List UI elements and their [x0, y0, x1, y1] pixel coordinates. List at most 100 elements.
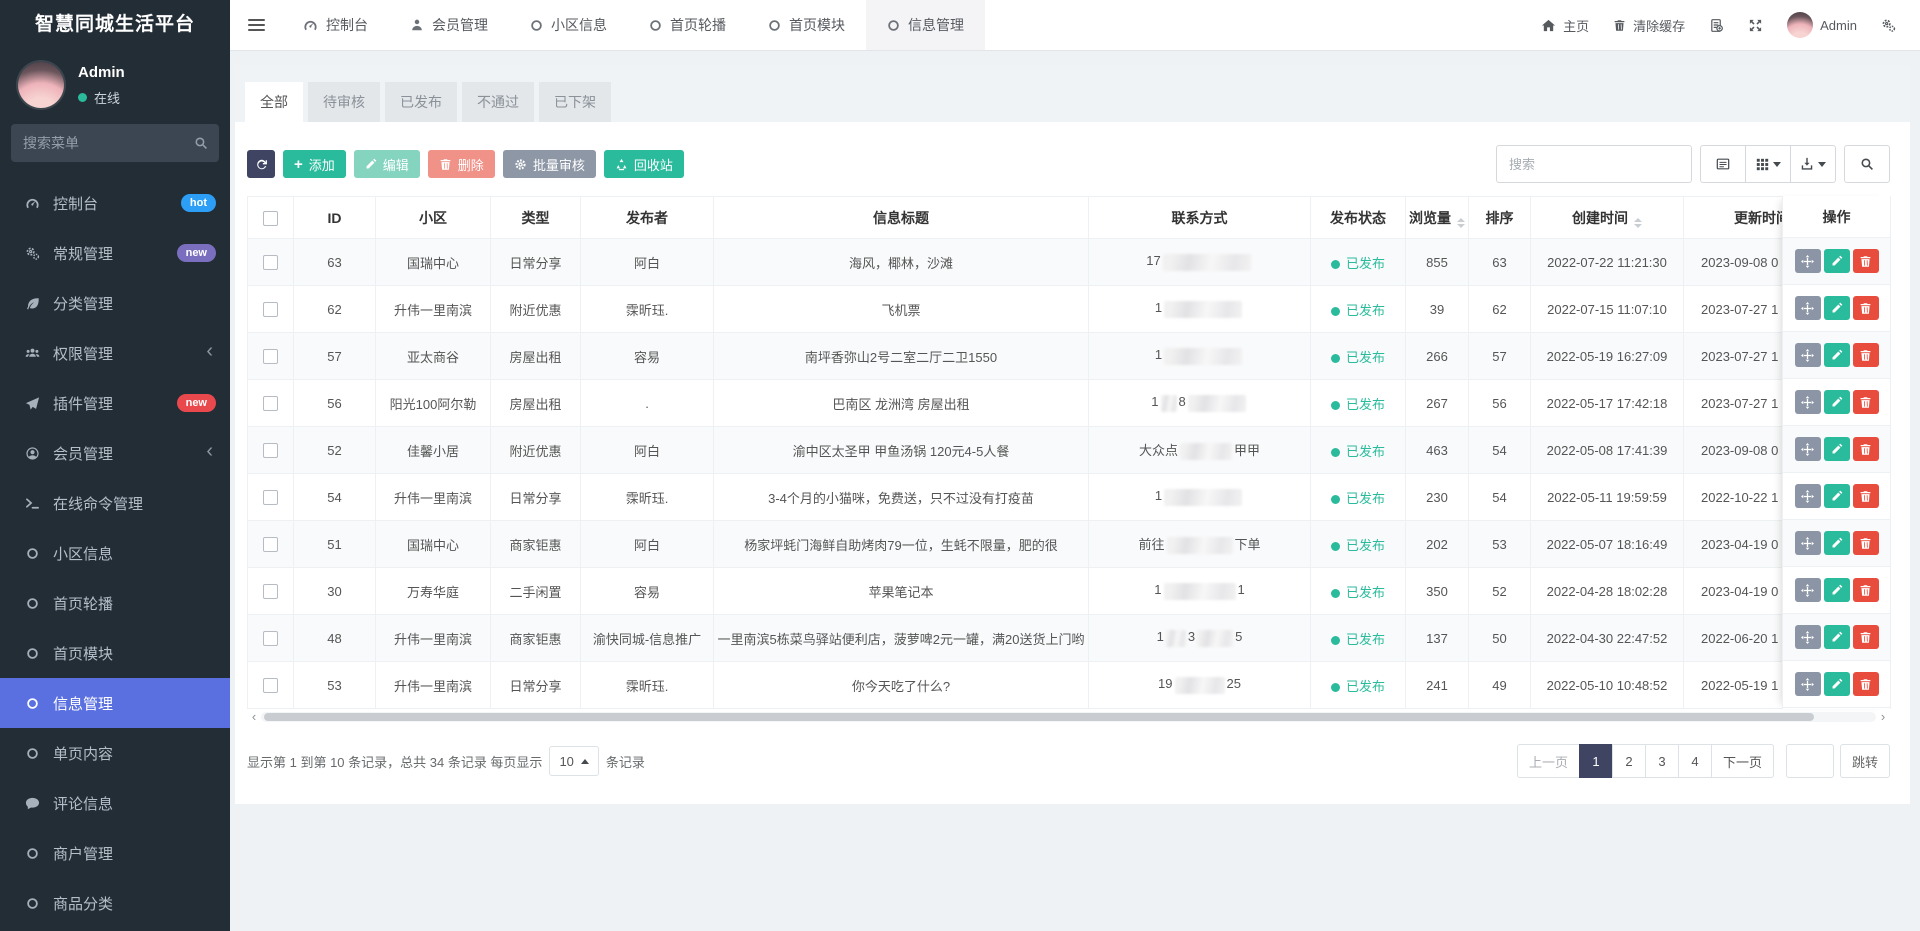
advanced-search-button[interactable]	[1844, 145, 1890, 183]
sidebar-item[interactable]: 插件管理 new	[0, 378, 230, 428]
delete-row-button[interactable]	[1853, 296, 1879, 320]
delete-row-button[interactable]	[1853, 437, 1879, 461]
filter-tab[interactable]: 全部	[245, 82, 303, 122]
page-button[interactable]: 2	[1612, 744, 1646, 778]
sidebar-item[interactable]: 单页内容	[0, 728, 230, 778]
edit-button[interactable]: 编辑	[354, 150, 420, 178]
sidebar-item[interactable]: 会员管理 ‹	[0, 428, 230, 478]
topbar-tab[interactable]: 小区信息	[509, 0, 628, 50]
row-checkbox[interactable]	[263, 537, 278, 552]
app-logo[interactable]: 智慧同城生活平台	[0, 0, 230, 50]
sidebar-item[interactable]: 分类管理	[0, 278, 230, 328]
sidebar-item[interactable]: 首页模块	[0, 628, 230, 678]
refresh-button[interactable]	[247, 150, 275, 178]
edit-row-button[interactable]	[1824, 625, 1850, 649]
col-created[interactable]: 创建时间	[1531, 197, 1684, 239]
topbar-tab[interactable]: 会员管理	[389, 0, 509, 50]
move-row-button[interactable]	[1795, 531, 1821, 555]
sidebar-item[interactable]: 常规管理 new	[0, 228, 230, 278]
scrollbar-track[interactable]	[261, 712, 1876, 722]
row-checkbox[interactable]	[263, 584, 278, 599]
move-row-button[interactable]	[1795, 343, 1821, 367]
filter-tab[interactable]: 已发布	[385, 82, 457, 122]
row-checkbox[interactable]	[263, 678, 278, 693]
edit-row-button[interactable]	[1824, 578, 1850, 602]
next-page-button[interactable]: 下一页	[1711, 744, 1774, 778]
filter-tab[interactable]: 不通过	[462, 82, 534, 122]
recycle-bin-button[interactable]: 回收站	[604, 150, 684, 178]
delete-row-button[interactable]	[1853, 578, 1879, 602]
sidebar-item[interactable]: 在线命令管理	[0, 478, 230, 528]
row-checkbox[interactable]	[263, 302, 278, 317]
edit-row-button[interactable]	[1824, 343, 1850, 367]
add-button[interactable]: + 添加	[283, 150, 346, 178]
delete-row-button[interactable]	[1853, 531, 1879, 555]
table-search-input[interactable]	[1496, 145, 1692, 183]
fullscreen-button[interactable]	[1736, 0, 1775, 50]
edit-row-button[interactable]	[1824, 531, 1850, 555]
scroll-right-arrow[interactable]: ›	[1876, 711, 1890, 723]
delete-row-button[interactable]	[1853, 390, 1879, 414]
sidebar-item[interactable]: 首页轮播	[0, 578, 230, 628]
filter-tab[interactable]: 已下架	[539, 82, 611, 122]
sidebar-item[interactable]: 小区信息	[0, 528, 230, 578]
topbar-tab[interactable]: 首页模块	[747, 0, 866, 50]
sidebar-item[interactable]: 评论信息	[0, 778, 230, 828]
edit-row-button[interactable]	[1824, 249, 1850, 273]
avatar[interactable]	[18, 62, 64, 108]
move-row-button[interactable]	[1795, 249, 1821, 273]
row-checkbox[interactable]	[263, 631, 278, 646]
edit-row-button[interactable]	[1824, 672, 1850, 696]
edit-row-button[interactable]	[1824, 390, 1850, 414]
move-row-button[interactable]	[1795, 484, 1821, 508]
row-checkbox[interactable]	[263, 396, 278, 411]
check-update-button[interactable]	[1697, 0, 1736, 50]
delete-row-button[interactable]	[1853, 343, 1879, 367]
prev-page-button[interactable]: 上一页	[1517, 744, 1580, 778]
page-button[interactable]: 4	[1678, 744, 1712, 778]
move-row-button[interactable]	[1795, 296, 1821, 320]
sidebar-item[interactable]: 商户管理	[0, 828, 230, 878]
move-row-button[interactable]	[1795, 390, 1821, 414]
settings-button[interactable]	[1869, 0, 1908, 50]
jump-page-input[interactable]	[1786, 744, 1834, 778]
delete-row-button[interactable]	[1853, 249, 1879, 273]
columns-button[interactable]	[1745, 145, 1791, 183]
filter-tab[interactable]: 待审核	[308, 82, 380, 122]
move-row-button[interactable]	[1795, 625, 1821, 649]
topbar-tab[interactable]: 控制台	[282, 0, 389, 50]
topbar-tab[interactable]: 信息管理	[866, 0, 985, 50]
scroll-left-arrow[interactable]: ‹	[247, 711, 261, 723]
delete-button[interactable]: 删除	[428, 150, 495, 178]
detail-view-button[interactable]	[1700, 145, 1746, 183]
delete-row-button[interactable]	[1853, 672, 1879, 696]
row-checkbox[interactable]	[263, 443, 278, 458]
scrollbar-thumb[interactable]	[264, 713, 1814, 721]
sidebar-item[interactable]: 控制台 hot	[0, 178, 230, 228]
delete-row-button[interactable]	[1853, 484, 1879, 508]
row-checkbox[interactable]	[263, 255, 278, 270]
sidebar-item[interactable]: 商品分类	[0, 878, 230, 928]
clear-cache-button[interactable]: 清除缓存	[1601, 0, 1697, 50]
page-button[interactable]: 1	[1579, 744, 1613, 778]
col-views[interactable]: 浏览量	[1406, 197, 1469, 239]
topbar-tab[interactable]: 首页轮播	[628, 0, 747, 50]
sidebar-toggle-button[interactable]	[230, 0, 282, 50]
select-all-checkbox[interactable]	[263, 211, 278, 226]
jump-button[interactable]: 跳转	[1840, 744, 1890, 778]
edit-row-button[interactable]	[1824, 484, 1850, 508]
row-checkbox[interactable]	[263, 490, 278, 505]
export-button[interactable]	[1790, 145, 1836, 183]
user-menu[interactable]: Admin	[1775, 0, 1869, 50]
edit-row-button[interactable]	[1824, 296, 1850, 320]
sidebar-item[interactable]: 信息管理	[0, 678, 230, 728]
page-size-select[interactable]: 10	[549, 746, 598, 776]
edit-row-button[interactable]	[1824, 437, 1850, 461]
delete-row-button[interactable]	[1853, 625, 1879, 649]
move-row-button[interactable]	[1795, 578, 1821, 602]
move-row-button[interactable]	[1795, 672, 1821, 696]
sidebar-item[interactable]: 权限管理 ‹	[0, 328, 230, 378]
batch-audit-button[interactable]: 批量审核	[503, 150, 596, 178]
home-link[interactable]: 主页	[1529, 0, 1601, 50]
move-row-button[interactable]	[1795, 437, 1821, 461]
